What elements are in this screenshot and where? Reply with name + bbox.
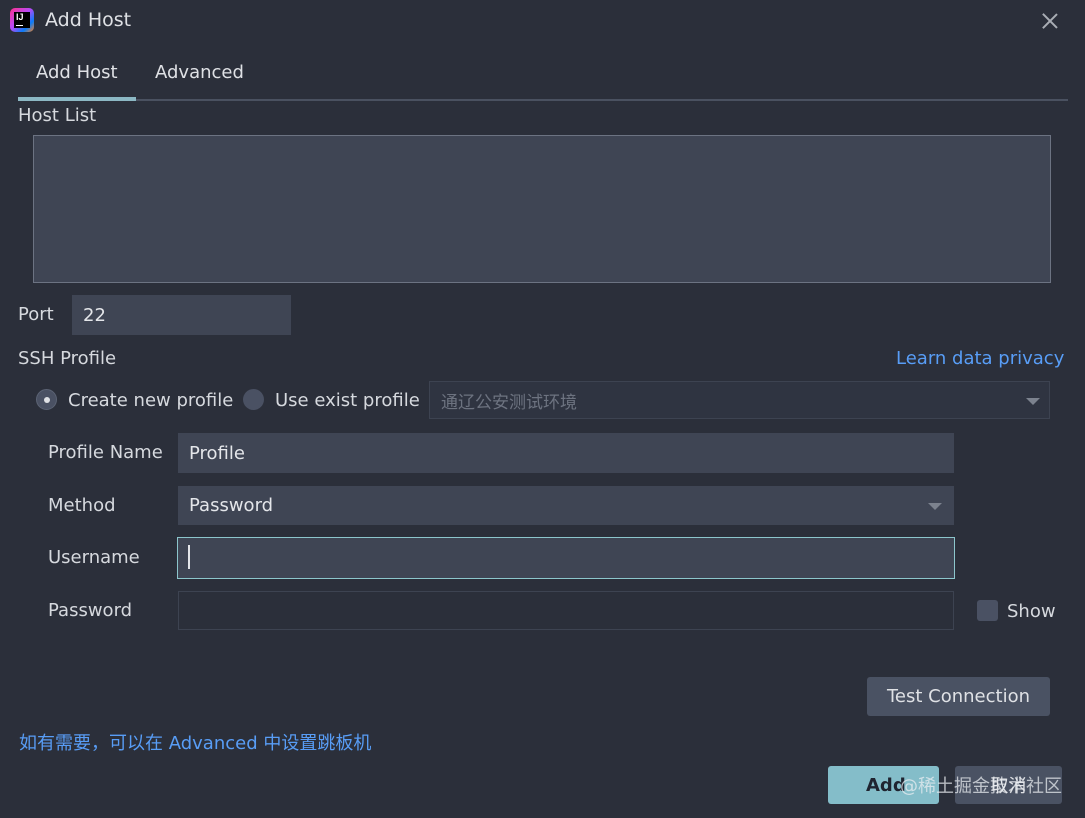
method-value: Password — [189, 495, 274, 516]
text-caret — [188, 545, 190, 569]
test-connection-button[interactable]: Test Connection — [867, 677, 1050, 716]
method-select[interactable]: Password — [178, 486, 954, 525]
tab-advanced[interactable]: Advanced — [155, 62, 244, 83]
create-new-profile-radio[interactable] — [36, 389, 57, 410]
port-label: Port — [18, 304, 54, 325]
method-label: Method — [48, 495, 116, 516]
tab-add-host[interactable]: Add Host — [36, 62, 118, 83]
password-label: Password — [48, 600, 133, 621]
username-input[interactable] — [177, 537, 955, 579]
password-input[interactable] — [178, 591, 954, 630]
existing-profile-value: 通辽公安测试环境 — [441, 392, 577, 413]
profile-name-input[interactable]: Profile — [178, 433, 954, 473]
close-icon[interactable] — [1037, 8, 1063, 34]
host-list-label: Host List — [18, 105, 97, 126]
show-password-label[interactable]: Show — [1007, 601, 1056, 622]
port-input[interactable]: 22 — [72, 295, 291, 335]
chevron-down-icon[interactable] — [928, 503, 942, 510]
tab-bar-divider — [18, 99, 1068, 101]
host-list-textarea[interactable] — [33, 135, 1051, 283]
profile-name-label: Profile Name — [48, 442, 163, 463]
chevron-down-icon — [1026, 398, 1040, 405]
intellij-idea-icon: IJ — [10, 8, 34, 32]
create-new-profile-label[interactable]: Create new profile — [68, 390, 233, 411]
watermark: @稀土掘金技术社区 — [900, 776, 1062, 797]
learn-data-privacy-link[interactable]: Learn data privacy — [896, 348, 1064, 369]
use-exist-profile-label[interactable]: Use exist profile — [275, 390, 420, 411]
existing-profile-select: 通辽公安测试环境 — [429, 381, 1050, 419]
tab-active-indicator — [18, 97, 136, 101]
use-exist-profile-radio[interactable] — [243, 389, 264, 410]
username-label: Username — [48, 547, 140, 568]
show-password-checkbox[interactable] — [977, 600, 998, 621]
jump-host-hint: 如有需要，可以在 Advanced 中设置跳板机 — [19, 733, 372, 754]
window-title: Add Host — [45, 9, 132, 31]
ssh-profile-label: SSH Profile — [18, 348, 117, 369]
